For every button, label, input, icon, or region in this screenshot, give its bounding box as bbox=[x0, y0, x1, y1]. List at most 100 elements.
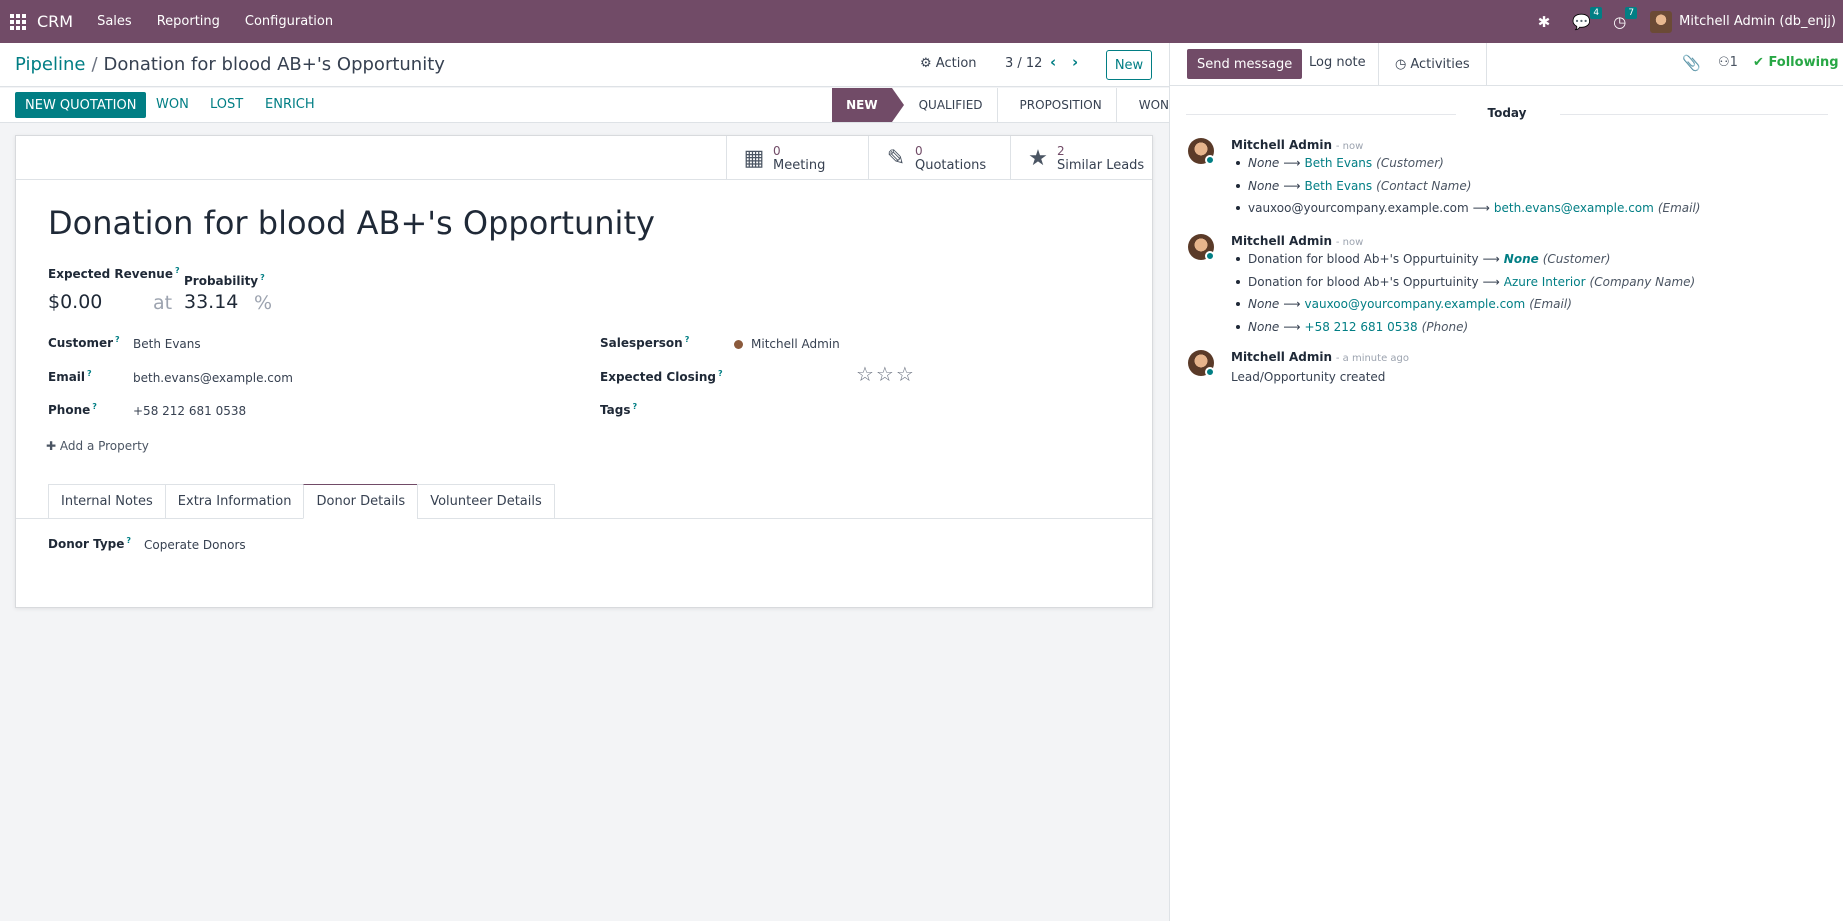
probability-field[interactable]: 33.14 bbox=[184, 291, 238, 313]
menu-sales[interactable]: Sales bbox=[97, 14, 132, 29]
tracking-line: None ⟶ +58 212 681 0538 (Phone) bbox=[1231, 320, 1468, 334]
customer-label: Customer? bbox=[48, 335, 120, 350]
menu-configuration[interactable]: Configuration bbox=[245, 14, 333, 29]
new-record-button[interactable]: New bbox=[1106, 50, 1152, 80]
action-menu-button[interactable]: ⚙ Action bbox=[920, 56, 977, 71]
person-icon: ⚇ bbox=[1718, 55, 1730, 70]
menu-reporting[interactable]: Reporting bbox=[157, 14, 220, 29]
statusbar: NEW QUOTATION WON LOST ENRICH NEW QUALIF… bbox=[0, 88, 1169, 123]
debug-bug-icon[interactable]: ✱ bbox=[1538, 13, 1551, 31]
stage-won[interactable]: WON bbox=[1115, 88, 1169, 122]
salesperson-label: Salesperson? bbox=[600, 335, 690, 350]
tab-extra-information[interactable]: Extra Information bbox=[164, 484, 304, 519]
enrich-button[interactable]: ENRICH bbox=[265, 97, 315, 112]
notebook-tabs: Internal Notes Extra Information Donor D… bbox=[48, 484, 555, 519]
date-separator: Today bbox=[1487, 106, 1527, 120]
donor-type-field[interactable]: Coperate Donors bbox=[144, 538, 246, 552]
stage-new[interactable]: NEW bbox=[832, 88, 905, 122]
salesperson-avatar bbox=[734, 340, 743, 349]
new-quotation-button[interactable]: NEW QUOTATION bbox=[15, 92, 147, 118]
breadcrumb-current: Donation for blood AB+'s Opportunity bbox=[103, 54, 445, 75]
email-field[interactable]: beth.evans@example.com bbox=[133, 371, 293, 385]
gear-icon: ⚙ bbox=[920, 56, 932, 71]
chatter-message: Mitchell Admin - a minute ago Lead/Oppor… bbox=[1188, 350, 1828, 390]
tab-donor-details[interactable]: Donor Details bbox=[303, 484, 418, 519]
message-time: - a minute ago bbox=[1335, 353, 1409, 364]
priority-stars[interactable]: ☆☆☆ bbox=[856, 362, 916, 386]
message-body: Lead/Opportunity created bbox=[1231, 370, 1386, 384]
online-status-icon bbox=[1205, 367, 1215, 377]
message-author[interactable]: Mitchell Admin bbox=[1231, 350, 1332, 364]
similar-leads-smart-button[interactable]: ★ 2 Similar Leads bbox=[1010, 136, 1152, 180]
probability-label: Probability? bbox=[184, 273, 265, 288]
percent-label: % bbox=[254, 292, 273, 314]
send-message-button[interactable]: Send message bbox=[1187, 49, 1303, 79]
apps-menu-icon[interactable] bbox=[0, 0, 36, 43]
meeting-smart-button[interactable]: ▦ 0 Meeting bbox=[726, 136, 868, 180]
tracking-line: None ⟶ Beth Evans (Contact Name) bbox=[1231, 179, 1471, 193]
stage-proposition[interactable]: PROPOSITION bbox=[996, 88, 1116, 122]
activities-clock-icon[interactable]: ◷ 7 bbox=[1613, 6, 1638, 31]
stage-qualified[interactable]: QUALIFIED bbox=[892, 88, 997, 122]
followers-button[interactable]: ⚇1 bbox=[1718, 55, 1738, 70]
tracking-line: None ⟶ Beth Evans (Customer) bbox=[1231, 156, 1444, 170]
opportunity-title[interactable]: Donation for blood AB+'s Opportunity bbox=[48, 204, 655, 242]
breadcrumb-pipeline[interactable]: Pipeline bbox=[15, 54, 85, 75]
smart-buttons: ▦ 0 Meeting ✎ 0 Quotations ★ 2 Similar Lead… bbox=[726, 136, 1152, 180]
user-menu[interactable]: Mitchell Admin (db_enjj) bbox=[1679, 14, 1836, 29]
plus-icon: ✚ bbox=[46, 439, 57, 453]
tab-volunteer-details[interactable]: Volunteer Details bbox=[417, 484, 555, 519]
add-property-button[interactable]: ✚ Add a Property bbox=[46, 439, 149, 453]
salesperson-field[interactable]: Mitchell Admin bbox=[734, 337, 840, 351]
messages-icon[interactable]: 💬 4 bbox=[1572, 6, 1603, 31]
tracking-line: Donation for blood Ab+'s Oppurtuinity ⟶ No… bbox=[1231, 252, 1610, 266]
tab-internal-notes[interactable]: Internal Notes bbox=[48, 484, 165, 519]
control-panel: Pipeline / Donation for blood AB+'s Opport… bbox=[0, 43, 1169, 87]
expected-closing-label: Expected Closing? bbox=[600, 369, 723, 384]
won-button[interactable]: WON bbox=[156, 97, 189, 112]
customer-field[interactable]: Beth Evans bbox=[133, 337, 201, 351]
message-time: - now bbox=[1335, 141, 1364, 152]
activities-badge: 7 bbox=[1625, 6, 1638, 19]
online-status-icon bbox=[1205, 155, 1215, 165]
pager-previous-icon[interactable]: ‹ bbox=[1050, 53, 1056, 71]
chatter-topbar: Send message Log note ◷ Activities 📎 ⚇1 ✔… bbox=[1170, 43, 1843, 86]
app-name[interactable]: CRM bbox=[37, 12, 73, 31]
quotations-smart-button[interactable]: ✎ 0 Quotations bbox=[868, 136, 1010, 180]
expected-revenue-label: Expected Revenue? bbox=[48, 266, 180, 281]
phone-field[interactable]: +58 212 681 0538 bbox=[133, 404, 246, 418]
following-button[interactable]: ✔ Following bbox=[1753, 55, 1839, 70]
calendar-icon: ▦ bbox=[743, 145, 765, 171]
pager-next-icon[interactable]: › bbox=[1072, 53, 1078, 71]
message-author[interactable]: Mitchell Admin bbox=[1231, 138, 1332, 152]
lost-button[interactable]: LOST bbox=[210, 97, 243, 112]
tracking-line: Donation for blood Ab+'s Oppurtuinity ⟶ Az… bbox=[1231, 275, 1695, 289]
message-time: - now bbox=[1335, 237, 1364, 248]
chatter-panel: Send message Log note ◷ Activities 📎 ⚇1 ✔… bbox=[1169, 43, 1843, 921]
form-sheet: ▦ 0 Meeting ✎ 0 Quotations ★ 2 Similar Lead… bbox=[15, 135, 1153, 608]
expected-revenue-field[interactable]: $0.00 bbox=[48, 291, 102, 313]
email-label: Email? bbox=[48, 369, 92, 384]
clock-icon: ◷ bbox=[1395, 57, 1407, 72]
donor-type-label: Donor Type? bbox=[48, 536, 132, 551]
phone-label: Phone? bbox=[48, 402, 97, 417]
edit-icon: ✎ bbox=[886, 145, 906, 171]
top-navbar: CRM Sales Reporting Configuration ✱ 💬 4 ◷… bbox=[0, 0, 1843, 43]
activities-button[interactable]: ◷ Activities bbox=[1378, 43, 1487, 86]
user-avatar[interactable] bbox=[1650, 10, 1673, 33]
tags-label: Tags? bbox=[600, 402, 638, 417]
check-icon: ✔ bbox=[1753, 55, 1764, 70]
online-status-icon bbox=[1205, 251, 1215, 261]
chatter-message: Mitchell Admin - now None ⟶ Beth Evans (Cus… bbox=[1188, 138, 1828, 218]
paperclip-icon[interactable]: 📎 bbox=[1682, 54, 1701, 72]
stage-pipeline: NEW QUALIFIED PROPOSITION WON bbox=[832, 88, 1169, 122]
log-note-button[interactable]: Log note bbox=[1309, 55, 1366, 70]
tracking-line: vauxoo@yourcompany.example.com ⟶ beth.evan… bbox=[1231, 201, 1700, 215]
chatter-message: Mitchell Admin - now Donation for blood … bbox=[1188, 234, 1828, 334]
messages-badge: 4 bbox=[1590, 6, 1603, 19]
message-author[interactable]: Mitchell Admin bbox=[1231, 234, 1332, 248]
tracking-line: None ⟶ vauxoo@yourcompany.example.com (Emai… bbox=[1231, 297, 1572, 311]
breadcrumb: Pipeline / Donation for blood AB+'s Opport… bbox=[15, 54, 445, 75]
pager-value[interactable]: 3 / 12 bbox=[1005, 56, 1042, 71]
at-label: at bbox=[153, 292, 173, 314]
